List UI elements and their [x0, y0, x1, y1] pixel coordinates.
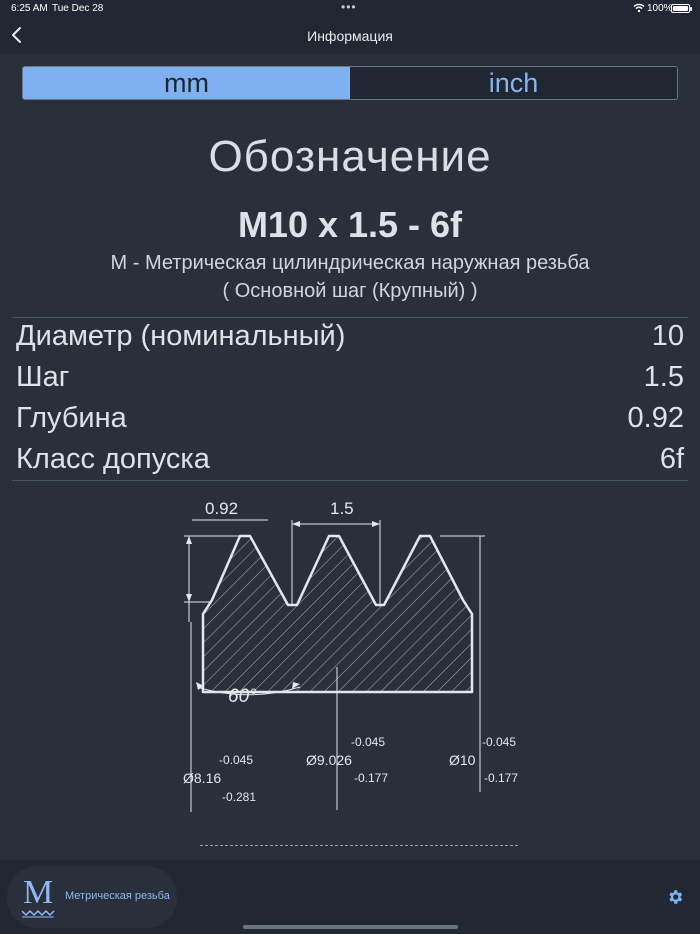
- parameter-list: Диаметр (номинальный) 10 Шаг 1.5 Глубина…: [16, 320, 684, 484]
- param-label: Шаг: [16, 361, 70, 393]
- param-label: Диаметр (номинальный): [16, 320, 346, 352]
- major-diameter-lower: -0.177: [484, 771, 519, 785]
- param-label: Класс допуска: [16, 443, 210, 475]
- metric-thread-logo-icon: M: [21, 874, 57, 918]
- status-date: Tue Dec 28: [52, 3, 104, 14]
- home-indicator[interactable]: [243, 925, 458, 929]
- pitch-diameter-lower: -0.177: [354, 771, 389, 785]
- divider-top: [12, 317, 688, 318]
- major-diameter-upper: -0.045: [482, 735, 517, 749]
- battery-icon: [671, 4, 692, 13]
- dimension-depth: 0.92: [205, 499, 238, 518]
- param-value: 0.92: [627, 402, 684, 434]
- navigation-bar: Информация: [0, 18, 700, 54]
- thread-code: M10 x 1.5 - 6f: [237, 204, 463, 245]
- minor-diameter-upper: -0.045: [219, 753, 254, 767]
- nav-title: Информация: [307, 28, 393, 44]
- dimension-angle: 60°: [228, 686, 257, 707]
- pitch-diameter: Ø9.026: [306, 752, 352, 768]
- tab-bar: M Метрическая резьба: [0, 860, 700, 934]
- thread-description: М - Метрическая цилиндрическая наружная …: [110, 252, 590, 274]
- wifi-icon: [633, 3, 645, 13]
- dimension-pitch: 1.5: [330, 499, 354, 518]
- param-value: 1.5: [643, 361, 684, 393]
- minor-diameter-lower: -0.281: [222, 790, 257, 804]
- pitch-diameter-upper: -0.045: [351, 735, 386, 749]
- param-row-pitch: Шаг 1.5: [16, 361, 684, 402]
- segment-inch[interactable]: inch: [350, 67, 677, 99]
- info-panel: mm inch Обозначение M10 x 1.5 - 6f М - М…: [0, 54, 700, 860]
- app-switcher-chip[interactable]: M Метрическая резьба: [7, 866, 177, 928]
- param-label: Глубина: [16, 402, 127, 434]
- param-value: 10: [651, 320, 684, 352]
- status-bar: 6:25 AM Tue Dec 28 ••• 100%: [0, 0, 700, 18]
- dashed-separator: [200, 845, 518, 846]
- thread-pitch-type: ( Основной шаг (Крупный) ): [222, 280, 478, 302]
- battery-percent: 100%: [647, 3, 673, 14]
- multitasking-dots-icon[interactable]: •••: [341, 0, 357, 14]
- param-row-tolerance: Класс допуска 6f: [16, 443, 684, 484]
- param-row-diameter: Диаметр (номинальный) 10: [16, 320, 684, 361]
- segment-mm[interactable]: mm: [23, 67, 350, 99]
- status-time: 6:25 AM: [11, 3, 48, 14]
- app-name: Метрическая резьба: [65, 890, 170, 902]
- settings-gear-icon[interactable]: [666, 888, 684, 906]
- major-diameter: Ø10: [449, 752, 476, 768]
- unit-segmented-control: mm inch: [22, 66, 678, 100]
- minor-diameter: Ø8.16: [183, 770, 222, 786]
- param-value: 6f: [659, 443, 684, 475]
- designation-heading: Обозначение: [208, 132, 492, 181]
- param-row-depth: Глубина 0.92: [16, 402, 684, 443]
- divider-bottom: [12, 480, 688, 481]
